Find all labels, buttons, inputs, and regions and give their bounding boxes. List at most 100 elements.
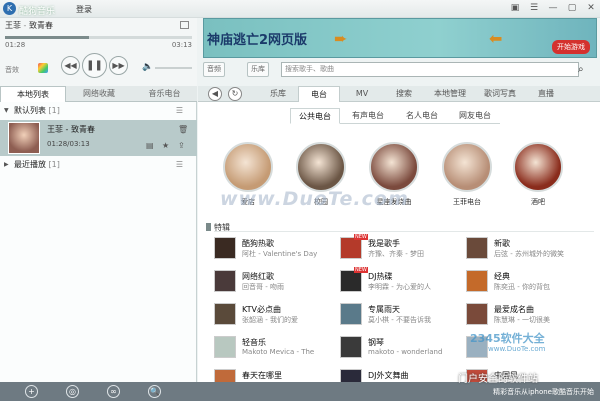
subtab-celebrity-radio[interactable]: 名人电台 bbox=[396, 108, 448, 124]
status-text: 精彩音乐从iphone歌酷音乐开始 bbox=[493, 388, 594, 396]
volume-slider[interactable] bbox=[155, 67, 192, 69]
station-cover bbox=[369, 142, 419, 192]
default-list-count: [1] bbox=[48, 106, 60, 115]
corner-watermark: 2345软件大全 bbox=[470, 332, 545, 345]
featured-desc: 李明霖 - 为心爱的人 bbox=[368, 283, 431, 291]
featured-desc: 莫小棋 - 不要告诉我 bbox=[368, 316, 431, 324]
station-item[interactable]: 王菲电台 bbox=[439, 142, 495, 207]
maximize-icon[interactable]: ▢ bbox=[566, 3, 578, 14]
title-bar: K 酷狗音乐 登录 ▣ ☰ — ▢ ✕ bbox=[0, 0, 600, 18]
expand-icon: ▼ bbox=[4, 107, 9, 114]
featured-cover bbox=[340, 336, 362, 358]
loop-mode-icon[interactable]: ∞ bbox=[107, 385, 120, 398]
list-menu-icon[interactable]: ☰ bbox=[176, 158, 183, 172]
featured-title: 经典 bbox=[494, 272, 510, 281]
station-item[interactable]: 酒吧 bbox=[510, 142, 566, 207]
banner-start-button[interactable]: 开始游戏 bbox=[552, 40, 590, 54]
radio-subtabs: 公共电台 有声电台 名人电台 网友电台 bbox=[290, 108, 500, 124]
featured-item[interactable]: 新歌 后弦 - 苏州城外的微笑 bbox=[466, 236, 590, 262]
skin-icon[interactable]: ▣ bbox=[509, 3, 521, 14]
featured-title: 网络红歌 bbox=[242, 272, 274, 281]
banner-title: 神庙逃亡2网页版 bbox=[207, 33, 308, 48]
volume-icon[interactable]: 🔈 bbox=[142, 62, 153, 72]
featured-item[interactable]: 网络红歌 回音哥 - 吻雨 bbox=[214, 269, 338, 295]
color-skin-icon[interactable] bbox=[38, 63, 48, 73]
playlist-panel: ▼ 默认列表 [1] ☰ 王菲 - 致青春 01:28/03:13 🗑 ▤ ★ … bbox=[0, 102, 197, 386]
sound-effect-button[interactable]: 音效 bbox=[5, 65, 19, 75]
featured-desc: 阿杜 - Valentine's Day bbox=[242, 250, 318, 258]
featured-desc: 陈奕迅 - 你的背包 bbox=[494, 283, 550, 291]
featured-desc: makoto - wonderland bbox=[368, 348, 443, 356]
banner-arrow-icon: ➨ bbox=[334, 29, 348, 48]
featured-item[interactable]: 钢琴 makoto - wonderland bbox=[340, 335, 464, 361]
subtab-user-radio[interactable]: 网友电台 bbox=[450, 108, 500, 124]
add-icon[interactable]: + bbox=[25, 385, 38, 398]
previous-button[interactable]: ◀◀ bbox=[61, 56, 80, 75]
tab-live[interactable]: 直播 bbox=[526, 86, 566, 102]
next-button[interactable]: ▶▶ bbox=[109, 56, 128, 75]
left-tabs: 本地列表 网络收藏 音乐电台 bbox=[0, 86, 197, 102]
current-song: 王菲 - 致青春 bbox=[5, 20, 53, 31]
featured-title: 我是歌手 bbox=[368, 239, 400, 248]
featured-item[interactable]: 经典陈奕迅 - 你的背包 bbox=[466, 269, 590, 295]
banner-arrow-icon: ⬅ bbox=[489, 29, 503, 48]
featured-item[interactable]: 最爱成名曲 陈慧琳 - 一切很美 bbox=[466, 302, 590, 328]
featured-cover bbox=[214, 237, 236, 259]
bottom-bar: + ◎ ∞ 🔍 门户安全的软件站 精彩音乐从iphone歌酷音乐开始 bbox=[0, 374, 600, 401]
audio-button[interactable]: 音频 bbox=[203, 62, 225, 77]
delete-icon[interactable]: 🗑 bbox=[178, 125, 188, 134]
tab-mv[interactable]: MV bbox=[342, 86, 382, 102]
featured-item[interactable]: NEW DJ热碟 李明霖 - 为心爱的人 bbox=[340, 267, 464, 295]
tab-cloud-favorites[interactable]: 网络收藏 bbox=[66, 86, 132, 102]
featured-item[interactable]: 轻音乐 Makoto Mevica - The bbox=[214, 335, 338, 361]
menu-icon[interactable]: ☰ bbox=[528, 3, 540, 14]
locate-icon[interactable]: ◎ bbox=[66, 385, 79, 398]
back-icon[interactable]: ◀ bbox=[208, 87, 222, 101]
progress-fill bbox=[5, 36, 90, 39]
close-icon[interactable]: ✕ bbox=[585, 3, 597, 14]
pause-button[interactable]: ❚❚ bbox=[82, 53, 107, 78]
recent-list-name: 最近播放 bbox=[14, 160, 46, 169]
now-playing-row[interactable]: 王菲 - 致青春 01:28/03:13 🗑 ▤ ★ ⇪ bbox=[0, 120, 197, 156]
featured-title: DJ外文舞曲 bbox=[368, 371, 409, 380]
minimize-icon[interactable]: — bbox=[547, 3, 559, 14]
featured-cover bbox=[214, 303, 236, 325]
corner-watermark-url: www.DuoTe.com bbox=[488, 345, 546, 353]
list-menu-icon[interactable]: ☰ bbox=[176, 104, 183, 118]
tab-library[interactable]: 乐库 bbox=[258, 86, 298, 102]
library-button[interactable]: 乐库 bbox=[247, 62, 269, 77]
subtab-public-radio[interactable]: 公共电台 bbox=[290, 108, 340, 124]
search-input[interactable]: 搜索歌手、歌曲 bbox=[281, 62, 579, 77]
overlay-watermark: 门户安全的软件站 bbox=[458, 374, 538, 385]
featured-item[interactable]: 酷狗热歌 阿杜 - Valentine's Day bbox=[214, 236, 338, 262]
ad-banner[interactable]: 神庙逃亡2网页版 ➨ ⬅ 开始游戏 bbox=[203, 18, 597, 58]
default-list-header[interactable]: ▼ 默认列表 [1] ☰ bbox=[0, 104, 197, 118]
tab-search[interactable]: 搜索 bbox=[384, 86, 424, 102]
tab-local-list[interactable]: 本地列表 bbox=[0, 86, 66, 102]
featured-cover bbox=[214, 270, 236, 292]
favorite-icon[interactable]: ★ bbox=[162, 141, 169, 150]
mini-mode-icon[interactable] bbox=[180, 21, 189, 29]
featured-item[interactable]: KTV必点曲 张韶涵 - 我们的爱 bbox=[214, 302, 338, 328]
station-cover bbox=[513, 142, 563, 192]
subtab-audio-radio[interactable]: 有声电台 bbox=[342, 108, 394, 124]
progress-bar[interactable] bbox=[5, 36, 192, 39]
album-thumbnail bbox=[8, 122, 40, 154]
tab-music-radio[interactable]: 音乐电台 bbox=[132, 86, 197, 102]
search-icon[interactable]: ⌕ bbox=[578, 63, 591, 76]
featured-title: 钢琴 bbox=[368, 338, 384, 347]
login-link[interactable]: 登录 bbox=[76, 4, 92, 15]
refresh-icon[interactable]: ↻ bbox=[228, 87, 242, 101]
mv-icon[interactable]: ▤ bbox=[146, 141, 154, 150]
recent-list-header[interactable]: ▶ 最近播放 [1] ☰ bbox=[0, 158, 197, 172]
featured-item[interactable]: 专属雨天莫小棋 - 不要告诉我 bbox=[340, 302, 464, 328]
featured-title: 专属雨天 bbox=[368, 305, 400, 314]
main-nav: ◀ ↻ 乐库 电台 MV 搜索 本地管理 歌词写真 直播 bbox=[198, 86, 600, 102]
tab-radio[interactable]: 电台 bbox=[298, 86, 340, 102]
share-icon[interactable]: ⇪ bbox=[178, 141, 185, 150]
tab-local-manage[interactable]: 本地管理 bbox=[426, 86, 474, 102]
search-icon[interactable]: 🔍 bbox=[148, 385, 161, 398]
featured-item[interactable]: NEW 我是歌手 齐豫、齐秦 - 梦田 bbox=[340, 234, 464, 262]
tab-lyrics-photo[interactable]: 歌词写真 bbox=[476, 86, 524, 102]
collapse-icon: ▶ bbox=[4, 161, 9, 168]
